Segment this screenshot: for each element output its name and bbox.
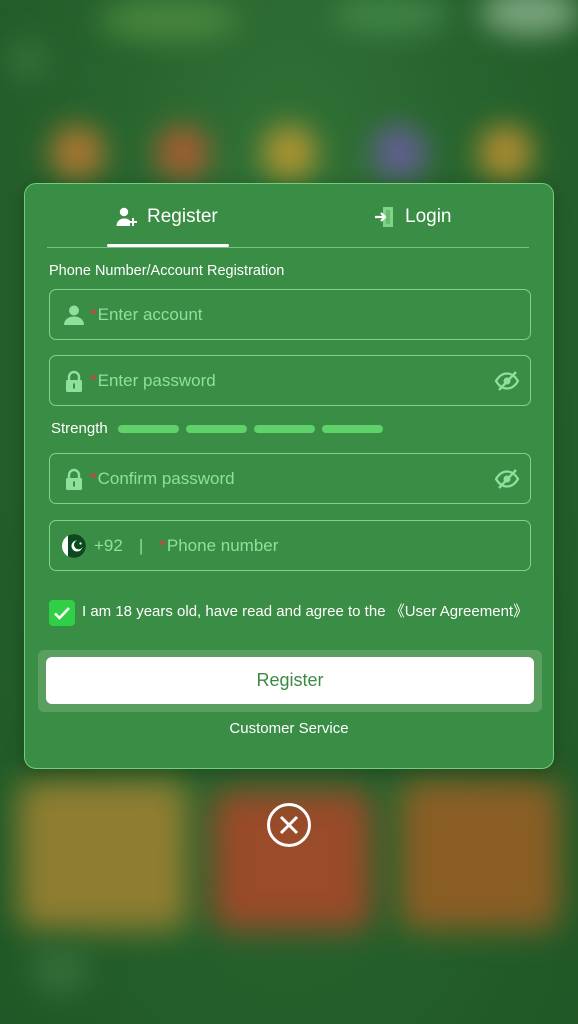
- confirm-password-field[interactable]: *: [49, 453, 531, 504]
- country-code[interactable]: +92: [94, 536, 123, 556]
- tab-register[interactable]: Register: [115, 202, 218, 232]
- confirm-password-input[interactable]: [97, 463, 438, 494]
- separator: |: [138, 535, 144, 555]
- password-field[interactable]: *: [49, 355, 531, 406]
- tab-login-label: Login: [405, 206, 452, 227]
- section-title: Phone Number/Account Registration: [49, 263, 285, 279]
- password-input[interactable]: [97, 365, 438, 396]
- close-button[interactable]: [267, 803, 311, 847]
- pakistan-flag-icon[interactable]: [62, 533, 86, 558]
- register-button-container: Register: [38, 650, 542, 712]
- agreement-checkbox[interactable]: [49, 600, 75, 626]
- account-input[interactable]: [97, 299, 438, 330]
- agreement-row: I am 18 years old, have read and agree t…: [49, 600, 529, 626]
- add-user-icon: [115, 205, 139, 229]
- required-mark: *: [90, 468, 97, 488]
- tab-register-label: Register: [147, 206, 218, 227]
- lock-icon: [62, 369, 86, 393]
- phone-input[interactable]: [166, 530, 467, 561]
- phone-field[interactable]: +92 | *: [49, 520, 531, 571]
- user-agreement-link[interactable]: 《User Agreement》: [390, 603, 528, 620]
- tab-login[interactable]: Login: [373, 202, 452, 232]
- active-tab-indicator: [107, 244, 229, 247]
- strength-bar: [185, 424, 247, 433]
- checkmark-icon: [54, 607, 70, 620]
- close-icon: [279, 815, 299, 835]
- eye-off-icon[interactable]: [494, 368, 520, 394]
- strength-bar: [253, 424, 315, 433]
- user-icon: [62, 303, 86, 327]
- customer-service-link[interactable]: Customer Service: [25, 720, 553, 737]
- required-mark: *: [90, 304, 97, 324]
- strength-bar: [117, 424, 179, 433]
- required-mark: *: [159, 535, 166, 555]
- register-button[interactable]: Register: [46, 657, 534, 704]
- login-door-icon: [373, 205, 397, 229]
- strength-label: Strength: [51, 420, 108, 437]
- tab-bar: Register Login: [47, 184, 529, 248]
- lock-icon: [62, 467, 86, 491]
- register-modal: Register Login Phone Number/Account Regi…: [24, 183, 554, 769]
- eye-off-icon[interactable]: [494, 466, 520, 492]
- agreement-statement: I am 18 years old, have read and agree t…: [82, 603, 386, 620]
- password-strength: Strength: [51, 420, 390, 437]
- strength-bar: [321, 424, 383, 433]
- required-mark: *: [90, 370, 97, 390]
- agreement-text: I am 18 years old, have read and agree t…: [82, 600, 528, 626]
- account-field[interactable]: *: [49, 289, 531, 340]
